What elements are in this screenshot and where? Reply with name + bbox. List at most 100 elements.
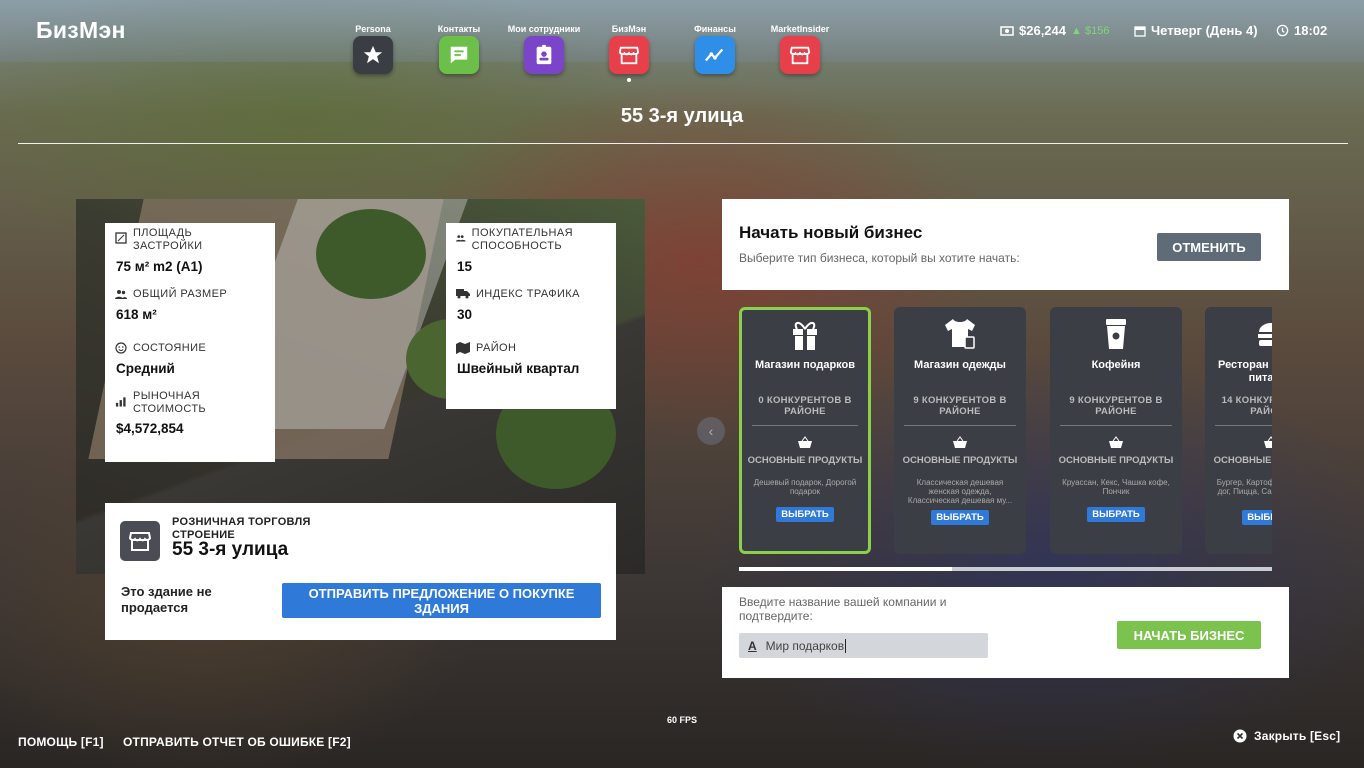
business-name: Кофейня (1091, 359, 1141, 371)
company-name-input[interactable]: A Мир подарков (739, 633, 988, 658)
basket-icon (742, 435, 868, 449)
info-value: 618 м² (116, 307, 157, 322)
info-market-value: РЫНОЧНАЯ СТОИМОСТЬ $4,572,854 (115, 390, 265, 436)
nav-finance[interactable]: Финансы (675, 14, 755, 74)
text-field-icon: A (748, 638, 757, 653)
competitor-count: 0 КОНКУРЕНТОВ В РАЙОНЕ (752, 395, 858, 426)
business-card-fast-food[interactable]: Ресторан быстрого питания 14 КОНКУРЕНТОВ… (1205, 307, 1272, 554)
competitor-count: 14 КОНКУРЕНТОВ В РАЙОНЕ (1215, 395, 1272, 426)
close-label: Закрыть [Esc] (1254, 729, 1341, 743)
info-total-size: ОБЩИЙ РАЗМЕР 618 м² (115, 288, 265, 322)
fps-counter: 60 FPS (667, 715, 698, 725)
nav-marketinsider[interactable]: MarketInsider (760, 14, 840, 74)
property-info-left: ПЛОЩАДЬ ЗАСТРОЙКИ 75 м² m2 (A1) ОБЩИЙ РА… (105, 223, 275, 462)
close-icon (1233, 729, 1247, 743)
scrollbar-thumb[interactable] (739, 567, 953, 571)
carousel-prev-arrow[interactable]: ‹ (697, 417, 725, 445)
property-address: 55 3-я улица (172, 539, 289, 560)
help-link[interactable]: ПОМОЩЬ [F1] (18, 735, 104, 749)
business-type-carousel[interactable]: Магазин подарков 0 КОНКУРЕНТОВ В РАЙОНЕ … (739, 307, 1272, 557)
smile-icon (115, 342, 127, 354)
company-name-card: Введите название вашей компании и подтве… (722, 587, 1289, 678)
info-label: СОСТОЯНИЕ (133, 342, 207, 354)
info-label: РАЙОН (476, 342, 517, 354)
money-delta: ▲ $156 (1071, 24, 1110, 37)
business-name: Магазин одежды (914, 359, 1006, 371)
info-label: ИНДЕКС ТРАФИКА (476, 288, 580, 300)
bug-report-link[interactable]: ОТПРАВИТЬ ОТЧЕТ ОБ ОШИБКЕ [F2] (123, 735, 351, 749)
info-condition: СОСТОЯНИЕ Средний (115, 342, 265, 376)
people-icon (456, 235, 466, 242)
business-card-gift-shop[interactable]: Магазин подарков 0 КОНКУРЕНТОВ В РАЙОНЕ … (739, 307, 871, 554)
info-value: Средний (116, 361, 175, 376)
competitor-count: 9 КОНКУРЕНТОВ В РАЙОНЕ (904, 395, 1016, 426)
info-value: Швейный квартал (457, 361, 580, 376)
nav-label: Persona (355, 24, 391, 34)
badge-icon (524, 36, 564, 74)
start-business-button[interactable]: НАЧАТЬ БИЗНЕС (1117, 621, 1261, 649)
star-icon (353, 36, 393, 74)
products-header: ОСНОВНЫЕ ПРОДУКТЫ (1058, 455, 1174, 466)
day-value: Четверг (День 4) (1151, 23, 1258, 38)
new-business-title: Начать новый бизнес (739, 223, 923, 242)
tree (316, 209, 426, 299)
store-icon (609, 36, 649, 74)
company-name-value: Мир подарков (765, 638, 847, 653)
info-value: $4,572,854 (116, 421, 184, 436)
store-icon (780, 36, 820, 74)
products-list: Классическая дешевая женская одежда, Кла… (907, 478, 1013, 505)
carousel-scrollbar[interactable] (739, 567, 1272, 571)
info-purchasing-power: ПОКУПАТЕЛЬНАЯ СПОСОБНОСТЬ 15 (456, 227, 606, 274)
info-label: РЫНОЧНАЯ СТОИМОСТЬ (132, 390, 207, 415)
info-value: 15 (457, 259, 473, 274)
shirt-icon (894, 317, 1026, 353)
close-button[interactable]: Закрыть [Esc] (1233, 729, 1340, 743)
info-value: 30 (457, 307, 473, 322)
company-name-prompt: Введите название вашей компании и подтве… (739, 595, 947, 623)
products-header: ОСНОВНЫЕ ПРОДУКТЫ (1213, 455, 1272, 466)
property-info-right: ПОКУПАТЕЛЬНАЯ СПОСОБНОСТЬ 15 ИНДЕКС ТРАФ… (446, 223, 616, 409)
store-icon (120, 521, 160, 561)
nav-label: MarketInsider (770, 24, 830, 34)
nav-employees[interactable]: Мои сотрудники (504, 14, 584, 74)
nav-label: Мои сотрудники (507, 24, 581, 34)
gift-icon (742, 317, 868, 353)
select-button[interactable]: ВЫБРАТЬ (1087, 507, 1145, 522)
nav-bizman[interactable]: БизМэн (589, 14, 669, 82)
people-icon (115, 290, 127, 299)
business-card-clothing-store[interactable]: Магазин одежды 9 КОНКУРЕНТОВ В РАЙОНЕ ОС… (894, 307, 1026, 554)
send-offer-button[interactable]: ОТПРАВИТЬ ПРЕДЛОЖЕНИЕ О ПОКУПКЕ ЗДАНИЯ (282, 583, 601, 618)
products-header: ОСНОВНЫЕ ПРОДУКТЫ (902, 455, 1018, 466)
nav-persona[interactable]: Persona (333, 14, 413, 74)
time-value: 18:02 (1294, 23, 1328, 38)
info-build-area: ПЛОЩАДЬ ЗАСТРОЙКИ 75 м² m2 (A1) (115, 227, 265, 274)
products-list: Бургер, Картофель фри, Хот-дог, Пицца, С… (1216, 478, 1272, 496)
cancel-button[interactable]: ОТМЕНИТЬ (1157, 233, 1261, 261)
basket-icon (894, 435, 1026, 449)
info-traffic-index: ИНДЕКС ТРАФИКА 30 (456, 288, 606, 322)
money-display: $26,244 ▲ $156 (1000, 23, 1109, 38)
calendar-icon (1134, 25, 1146, 37)
nav-contacts[interactable]: Контакты (419, 14, 499, 74)
info-label: ОБЩИЙ РАЗМЕР (133, 288, 228, 300)
business-card-coffee-shop[interactable]: Кофейня 9 КОНКУРЕНТОВ В РАЙОНЕ ОСНОВНЫЕ … (1050, 307, 1182, 554)
bar-chart-icon (115, 397, 126, 407)
map-icon (456, 342, 470, 354)
nav-label: БизМэн (611, 24, 647, 34)
coffee-icon (1050, 317, 1182, 353)
nav-label: Контакты (437, 24, 481, 34)
select-button[interactable]: ВЫБРАТЬ (776, 507, 834, 522)
products-list: Круассан, Кекс, Чашка кофе, Пончик (1062, 478, 1170, 496)
cash-icon (1000, 25, 1014, 36)
select-button[interactable]: ВЫБРАТЬ (1242, 510, 1272, 525)
new-business-subtitle: Выберите тип бизнеса, который вы хотите … (739, 251, 1020, 265)
title-divider (18, 143, 1348, 144)
select-button[interactable]: ВЫБРАТЬ (931, 510, 989, 525)
sale-status: Это здание не продается (121, 584, 212, 615)
area-icon (115, 232, 127, 244)
chat-icon (439, 36, 479, 74)
basket-icon (1050, 435, 1182, 449)
burger-icon (1205, 321, 1272, 353)
truck-icon (456, 289, 470, 299)
products-header: ОСНОВНЫЕ ПРОДУКТЫ (747, 455, 863, 466)
